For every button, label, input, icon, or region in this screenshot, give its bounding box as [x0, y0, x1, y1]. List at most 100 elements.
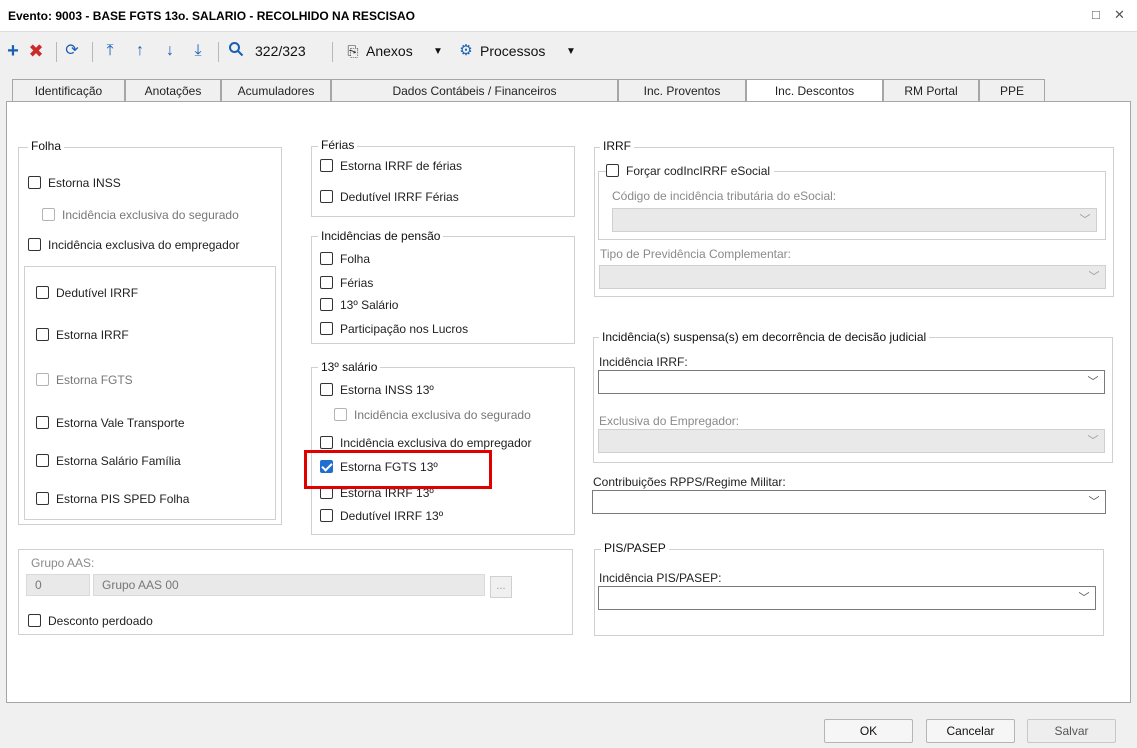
estorna-irrf-checkbox[interactable]: Estorna IRRF [36, 326, 129, 344]
tab-dados-contabeis[interactable]: Dados Contábeis / Financeiros [331, 79, 618, 102]
folha-title: Folha [28, 139, 65, 153]
previous-icon[interactable]: ↑ [131, 40, 149, 62]
checkbox-box[interactable] [36, 286, 49, 299]
estorna-salario-familia-checkbox[interactable]: Estorna Salário Família [36, 452, 181, 470]
pensao-title: Incidências de pensão [318, 229, 444, 243]
chevron-down-icon: ﹀ [1078, 592, 1090, 604]
checkbox-box[interactable] [320, 436, 333, 449]
checkbox-box[interactable] [28, 176, 41, 189]
tab-acumuladores[interactable]: Acumuladores [221, 79, 331, 102]
estorna-irrf-ferias-checkbox[interactable]: Estorna IRRF de férias [320, 157, 462, 175]
maximize-icon[interactable]: □ [1092, 7, 1100, 22]
checkbox-box[interactable] [606, 164, 619, 177]
checkbox-box[interactable] [36, 373, 49, 386]
estorna-inss-13-checkbox[interactable]: Estorna INSS 13º [320, 381, 434, 399]
checkbox-box[interactable] [320, 509, 333, 522]
codigo-incidencia-select[interactable]: ﹀ [612, 208, 1097, 232]
checkbox-box[interactable] [28, 614, 41, 627]
incidencia-irrf-select[interactable]: ﹀ [598, 370, 1105, 394]
checkbox-box[interactable] [320, 322, 333, 335]
close-icon[interactable]: ✕ [1114, 7, 1125, 23]
pensao-plr-checkbox[interactable]: Participação nos Lucros [320, 320, 468, 338]
estorna-inss-checkbox[interactable]: Estorna INSS [28, 174, 121, 192]
dedutivel-irrf-13-checkbox[interactable]: Dedutível IRRF 13º [320, 507, 443, 525]
grupo-aas-name-input[interactable]: Grupo AAS 00 [93, 574, 485, 596]
checkbox-box[interactable] [36, 416, 49, 429]
pensao-ferias-label: Férias [340, 276, 374, 290]
attachments-menu[interactable]: Anexos [366, 43, 413, 59]
chevron-down-icon[interactable]: ▼ [433, 46, 443, 57]
processes-menu[interactable]: Processos [480, 43, 545, 59]
last-icon[interactable]: ⤓ [189, 40, 207, 62]
attachment-icon[interactable]: ⎘ [346, 40, 360, 62]
exclusiva-empregador-select[interactable]: ﹀ [598, 429, 1105, 453]
estorna-irrf-13-checkbox[interactable]: Estorna IRRF 13º [320, 484, 434, 502]
pensao-ferias-checkbox[interactable]: Férias [320, 274, 373, 292]
dedutivel-irrf-ferias-checkbox[interactable]: Dedutível IRRF Férias [320, 188, 459, 206]
chevron-down-icon[interactable]: ▼ [566, 46, 576, 57]
tab-inc-descontos[interactable]: Inc. Descontos [746, 79, 883, 103]
add-icon[interactable]: + [4, 40, 22, 62]
chevron-down-icon: ﹀ [1079, 214, 1091, 226]
checkbox-box[interactable] [36, 492, 49, 505]
decimo-inc-excl-segurado-checkbox[interactable]: Incidência exclusiva do segurado [334, 406, 531, 424]
desconto-perdoado-checkbox[interactable]: Desconto perdoado [28, 612, 153, 630]
delete-icon[interactable]: ✖ [26, 40, 46, 62]
toolbar: + ✖ ⟳ ⤒ ↑ ↓ ⤓ 322/323 ⎘ Anexos ▼ ⚙ Proce… [0, 34, 1137, 70]
decimo-inc-excl-empregador-label: Incidência exclusiva do empregador [340, 436, 532, 450]
first-icon[interactable]: ⤒ [101, 40, 119, 62]
pensao-13-checkbox[interactable]: 13º Salário [320, 296, 398, 314]
estorna-irrf-13-label: Estorna IRRF 13º [340, 486, 434, 500]
tab-identificacao[interactable]: Identificação [12, 79, 125, 102]
checkbox-box[interactable] [320, 276, 333, 289]
rpps-select[interactable]: ﹀ [592, 490, 1106, 514]
ok-button[interactable]: OK [824, 719, 913, 743]
checkbox-box[interactable] [320, 252, 333, 265]
forcar-codincirrf-checkbox[interactable]: Forçar codIncIRRF eSocial [606, 162, 775, 180]
search-icon[interactable] [226, 40, 246, 62]
tab-bar: Identificação Anotações Acumuladores Dad… [0, 79, 1137, 103]
estorna-irrf-label: Estorna IRRF [56, 328, 129, 342]
save-button[interactable]: Salvar [1027, 719, 1116, 743]
estorna-pis-sped-checkbox[interactable]: Estorna PIS SPED Folha [36, 490, 189, 508]
pensao-folha-checkbox[interactable]: Folha [320, 250, 370, 268]
estorna-vale-transporte-checkbox[interactable]: Estorna Vale Transporte [36, 414, 185, 432]
toolbar-separator [56, 42, 57, 62]
grupo-aas-code-input[interactable]: 0 [26, 574, 90, 596]
pis-select[interactable]: ﹀ [598, 586, 1096, 610]
checkbox-box[interactable] [28, 238, 41, 251]
next-icon[interactable]: ↓ [161, 40, 179, 62]
checkbox-box[interactable] [334, 408, 347, 421]
grupo-aas-label: Grupo AAS: [31, 556, 95, 570]
checkbox-box[interactable] [320, 298, 333, 311]
gear-icon[interactable]: ⚙ [458, 40, 474, 62]
dedutivel-irrf-checkbox[interactable]: Dedutível IRRF [36, 284, 138, 302]
refresh-icon[interactable]: ⟳ [62, 40, 82, 62]
inc-excl-empregador-checkbox[interactable]: Incidência exclusiva do empregador [28, 236, 239, 254]
checkbox-box[interactable] [320, 460, 333, 473]
tab-inc-proventos[interactable]: Inc. Proventos [618, 79, 746, 102]
incidencia-irrf-label: Incidência IRRF: [599, 355, 688, 369]
checkbox-box[interactable] [36, 454, 49, 467]
record-counter: 322/323 [255, 43, 306, 59]
inc-excl-segurado-checkbox[interactable]: Incidência exclusiva do segurado [42, 206, 239, 224]
toolbar-separator [332, 42, 333, 62]
suspensas-title: Incidência(s) suspensa(s) em decorrência… [599, 330, 930, 344]
checkbox-box[interactable] [320, 486, 333, 499]
tab-anotacoes[interactable]: Anotações [125, 79, 221, 102]
estorna-fgts-checkbox[interactable]: Estorna FGTS [36, 371, 133, 389]
tab-ppe[interactable]: PPE [979, 79, 1045, 102]
folha-subgroup [24, 266, 276, 520]
cancel-button[interactable]: Cancelar [926, 719, 1015, 743]
grupo-aas-browse-button[interactable]: ... [490, 576, 512, 598]
estorna-fgts-13-checkbox[interactable]: Estorna FGTS 13º [320, 458, 438, 476]
checkbox-box[interactable] [320, 383, 333, 396]
tab-rm-portal[interactable]: RM Portal [883, 79, 979, 102]
checkbox-box[interactable] [36, 328, 49, 341]
tipo-previdencia-select[interactable]: ﹀ [599, 265, 1106, 289]
decimo-inc-excl-empregador-checkbox[interactable]: Incidência exclusiva do empregador [320, 434, 531, 452]
checkbox-box[interactable] [320, 190, 333, 203]
checkbox-box[interactable] [42, 208, 55, 221]
checkbox-box[interactable] [320, 159, 333, 172]
pensao-13-label: 13º Salário [340, 298, 399, 312]
